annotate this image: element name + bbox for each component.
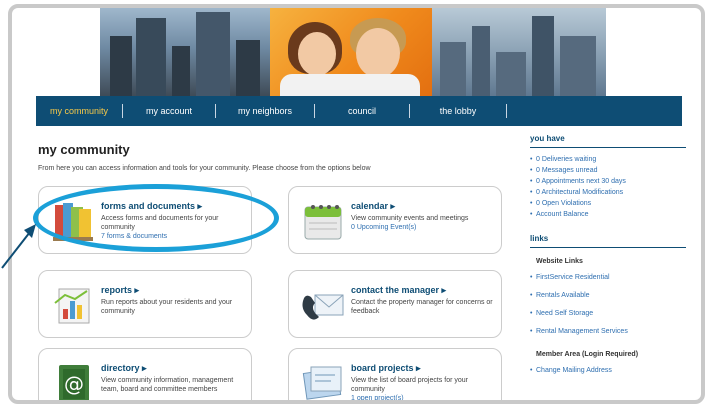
nav-the-lobby[interactable]: the lobby	[410, 96, 506, 126]
you-have-item[interactable]: Account Balance	[530, 209, 686, 220]
page-intro: From here you can access information and…	[38, 165, 371, 172]
sidebar: you have 0 Deliveries waiting 0 Messages…	[530, 134, 686, 380]
phone-envelope-icon	[299, 283, 347, 327]
card-count-link[interactable]: 7 forms & documents	[101, 233, 243, 240]
nav-my-account[interactable]: my account	[123, 96, 215, 126]
card-description: Run reports about your residents and you…	[101, 299, 233, 315]
main-content: my community From here you can access in…	[38, 142, 508, 172]
card-forms-and-documents[interactable]: forms and documents ▸ Access forms and d…	[38, 186, 252, 254]
card-title[interactable]: calendar ▸	[351, 201, 493, 212]
you-have-item[interactable]: 0 Open Violations	[530, 198, 686, 209]
card-title[interactable]: board projects ▸	[351, 363, 493, 374]
pointer-arrow-icon	[1, 224, 36, 269]
member-area-heading: Member Area (Login Required)	[536, 351, 639, 358]
website-link[interactable]: Need Self Storage	[530, 305, 686, 323]
card-contact-the-manager[interactable]: contact the manager ▸ Contact the proper…	[288, 270, 502, 338]
website-link[interactable]: Rentals Available	[530, 287, 686, 305]
banner-skyline-image	[432, 8, 606, 96]
card-board-projects[interactable]: board projects ▸ View the list of board …	[288, 348, 502, 400]
member-link[interactable]: Change Mailing Address	[530, 362, 686, 380]
card-description: Contact the property manager for concern…	[351, 299, 493, 315]
chart-report-icon	[49, 283, 97, 327]
card-description: Access forms and documents for your comm…	[101, 215, 219, 231]
banner-people-image	[270, 8, 432, 96]
folders-icon	[49, 199, 97, 243]
card-title[interactable]: directory ▸	[101, 363, 243, 374]
card-reports[interactable]: reports ▸ Run reports about your residen…	[38, 270, 252, 338]
browser-frame: my community my account my neighbors cou…	[8, 4, 705, 404]
header-banner	[100, 8, 606, 96]
you-have-item[interactable]: 0 Appointments next 30 days	[530, 176, 686, 187]
you-have-item[interactable]: 0 Architectural Modifications	[530, 187, 686, 198]
card-title[interactable]: contact the manager ▸	[351, 285, 493, 296]
banner-city-image	[100, 8, 270, 96]
card-calendar[interactable]: calendar ▸ View community events and mee…	[288, 186, 502, 254]
card-title[interactable]: forms and documents ▸	[101, 201, 243, 212]
website-link[interactable]: FirstService Residential	[530, 269, 686, 287]
website-link[interactable]: Rental Management Services	[530, 323, 686, 341]
at-book-icon: @	[49, 361, 97, 400]
you-have-heading: you have	[530, 134, 686, 148]
page-title: my community	[38, 142, 130, 157]
main-navigation: my community my account my neighbors cou…	[36, 96, 682, 126]
svg-text:@: @	[64, 372, 84, 396]
you-have-list: 0 Deliveries waiting 0 Messages unread 0…	[530, 154, 686, 220]
you-have-item[interactable]: 0 Messages unread	[530, 165, 686, 176]
card-count-link[interactable]: 0 Upcoming Event(s)	[351, 224, 493, 231]
card-description: View the list of board projects for your…	[351, 377, 468, 393]
nav-my-neighbors[interactable]: my neighbors	[216, 96, 314, 126]
website-links-heading: Website Links	[536, 258, 583, 265]
card-description: View community information, management t…	[101, 377, 234, 393]
links-heading: links	[530, 234, 686, 248]
blueprint-icon	[299, 361, 347, 400]
card-directory[interactable]: @ directory ▸ View community information…	[38, 348, 252, 400]
nav-council[interactable]: council	[315, 96, 409, 126]
card-description: View community events and meetings	[351, 215, 469, 222]
you-have-item[interactable]: 0 Deliveries waiting	[530, 154, 686, 165]
calendar-icon	[299, 199, 347, 243]
card-count-link[interactable]: 1 open project(s)	[351, 395, 493, 400]
nav-my-community[interactable]: my community	[36, 96, 122, 126]
card-title[interactable]: reports ▸	[101, 285, 243, 296]
